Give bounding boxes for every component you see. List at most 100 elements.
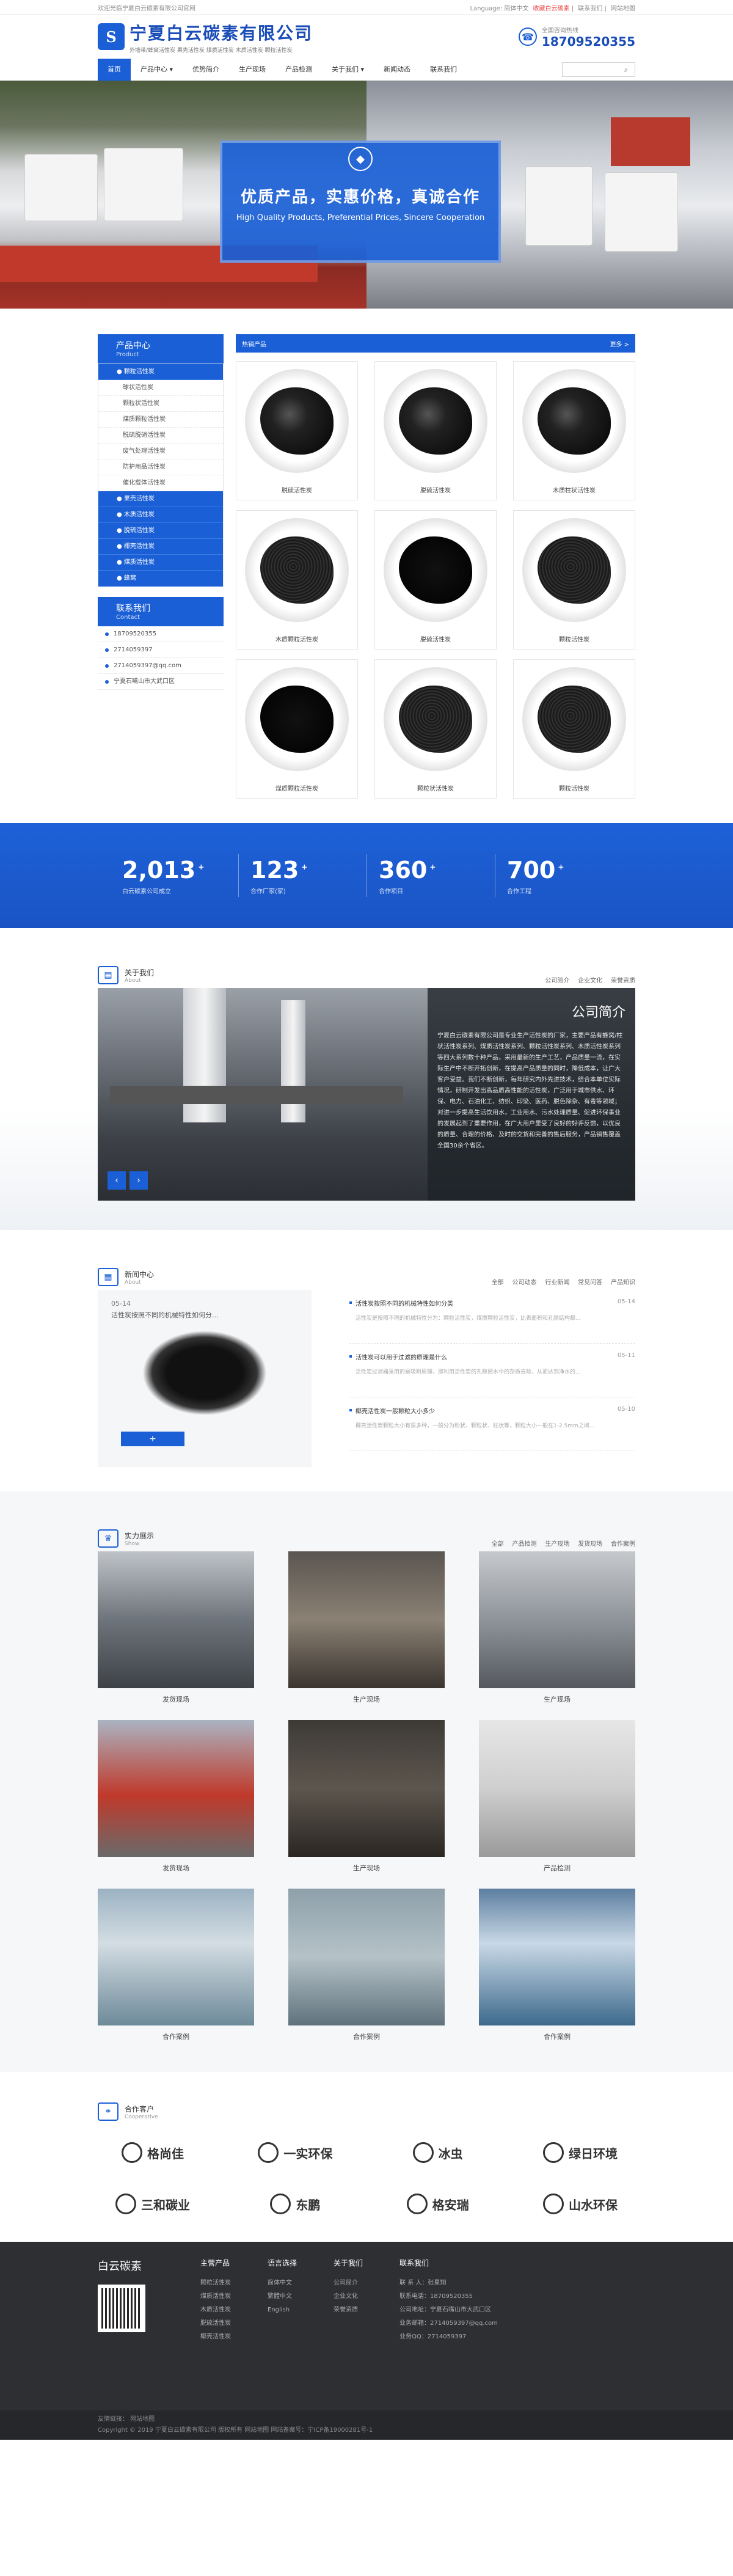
featured-news[interactable]: 05-14 活性炭按照不同的机械特性如何分... + <box>98 1290 312 1467</box>
sidebar-category[interactable]: ● 脱硫活性炭 <box>98 523 223 539</box>
showcase-card[interactable]: 生产现场 <box>479 1551 635 1704</box>
footer-link[interactable]: 脱硫活性炭 <box>200 2317 231 2330</box>
contact-email[interactable]: 2714059397@qq.com <box>98 658 224 674</box>
news-item-title[interactable]: 活性炭可以用于过滤的原理是什么 <box>349 1352 447 1361</box>
hot-products: 热销产品 更多 > 脱硫活性炭 脱硫活性炭 木质柱状活性炭 木质颗粒活性炭 脱硫活性炭颗… <box>236 334 635 799</box>
language-select[interactable]: Language: 简体中文 <box>470 5 528 12</box>
news-item[interactable]: 活性炭可以用于过滤的原理是什么 05-11 活性炭过滤器采用的是吸附原理，即利用活性… <box>349 1344 635 1397</box>
nav-advantages[interactable]: 优势简介 <box>183 59 229 81</box>
product-card[interactable]: 木质颗粒活性炭 <box>236 510 358 649</box>
tab-honors[interactable]: 荣誉资质 <box>611 978 635 984</box>
news-item[interactable]: 椰壳活性炭一般颗粒大小多少 05-10 椰壳活性炭颗粒大小有很多种，一般分为粉状、颗… <box>349 1397 635 1451</box>
sidebar-category[interactable]: ● 木质活性炭 <box>98 507 223 523</box>
footer-link[interactable]: 简体中文 <box>268 2277 297 2290</box>
footer-link[interactable]: 联 系 人：张星翔 <box>399 2277 498 2290</box>
sidebar-subcategory[interactable]: 颗粒状活性炭 <box>98 396 223 412</box>
tab-faq[interactable]: 常见问答 <box>578 1279 602 1286</box>
site-logo[interactable]: S 宁夏白云碳素有限公司 外墙带/蜂窝活性炭 果壳活性炭 煤质活性炭 木质活性炭… <box>98 20 313 54</box>
showcase-card[interactable]: 合作案例 <box>288 1889 445 2041</box>
showcase-card[interactable]: 合作案例 <box>479 1889 635 2041</box>
nav-about[interactable]: 关于我们 ▾ <box>322 59 374 81</box>
tab-culture[interactable]: 企业文化 <box>578 978 602 984</box>
product-card[interactable]: 颗粒状活性炭 <box>374 659 497 799</box>
prev-arrow-icon[interactable]: ‹ <box>108 1171 126 1190</box>
showcase-card[interactable]: 合作案例 <box>98 1889 254 2041</box>
tab-industry-news[interactable]: 行业新闻 <box>545 1279 569 1286</box>
sidebar-category[interactable]: ● 煤质活性炭 <box>98 555 223 571</box>
showcase-image <box>98 1889 254 2025</box>
product-card[interactable]: 颗粒活性炭 <box>513 659 635 799</box>
nav-production[interactable]: 生产现场 <box>229 59 275 81</box>
hero-banner: ◆ 优质产品，实惠价格，真诚合作 High Quality Products, … <box>0 81 733 309</box>
news-item-title[interactable]: 活性炭按照不同的机械特性如何分类 <box>349 1298 453 1308</box>
sidebar-subcategory[interactable]: 煤质颗粒活性炭 <box>98 412 223 428</box>
footer-link[interactable]: 公司简介 <box>334 2277 363 2290</box>
footer-link[interactable]: 木质活性炭 <box>200 2303 231 2317</box>
showcase-card[interactable]: 产品检测 <box>479 1720 635 1873</box>
friend-links[interactable]: 友情链接： 网站地图 <box>98 2414 635 2425</box>
search-input[interactable] <box>563 63 618 76</box>
showcase-card[interactable]: 生产现场 <box>288 1720 445 1873</box>
tab-all[interactable]: 全部 <box>492 1279 504 1286</box>
sidebar-category[interactable]: ● 椰壳活性炭 <box>98 539 223 555</box>
tab-all[interactable]: 全部 <box>492 1541 504 1548</box>
footer-link[interactable]: 椰壳活性炭 <box>200 2330 231 2344</box>
footer-link[interactable]: 颗粒活性炭 <box>200 2277 231 2290</box>
product-card[interactable]: 脱硫活性炭 <box>374 361 497 500</box>
nav-products[interactable]: 产品中心 ▾ <box>131 59 183 81</box>
sidebar-subcategory[interactable]: 催化载体活性炭 <box>98 475 223 491</box>
product-card[interactable]: 脱硫活性炭 <box>374 510 497 649</box>
footer-link[interactable]: 企业文化 <box>334 2290 363 2303</box>
news-item-title[interactable]: 椰壳活性炭一般颗粒大小多少 <box>349 1406 435 1415</box>
phone-icon: ☎ <box>518 27 537 46</box>
sidebar-category[interactable]: ● 蜂窝 <box>98 571 223 587</box>
news-item[interactable]: 活性炭按照不同的机械特性如何分类 05-14 活性炭是按照不同的机械特性分为：颗粒活… <box>349 1290 635 1344</box>
footer-link[interactable]: 煤质活性炭 <box>200 2290 231 2303</box>
sidebar-subcategory[interactable]: 防护用品活性炭 <box>98 459 223 475</box>
footer-link[interactable]: 公司地址：宁夏石嘴山市大武口区 <box>399 2303 498 2317</box>
tab-knowledge[interactable]: 产品知识 <box>611 1279 635 1286</box>
top-link-favorite[interactable]: 收藏白云碳素 <box>533 5 570 12</box>
nav-home[interactable]: 首页 <box>98 59 131 81</box>
showcase-caption: 合作案例 <box>544 2033 571 2041</box>
stat-label: 白云碳素公司成立 <box>122 888 171 895</box>
product-card[interactable]: 煤质颗粒活性炭 <box>236 659 358 799</box>
product-card[interactable]: 颗粒活性炭 <box>513 510 635 649</box>
showcase-card[interactable]: 发货现场 <box>98 1551 254 1704</box>
product-card[interactable]: 脱硫活性炭 <box>236 361 358 500</box>
sidebar-category[interactable]: ● 颗粒活性炭 <box>98 364 223 380</box>
tab-testing[interactable]: 产品检测 <box>512 1541 537 1548</box>
tab-shipping[interactable]: 发货现场 <box>578 1541 602 1548</box>
footer-link[interactable]: 联系电话：18709520355 <box>399 2290 498 2303</box>
partner-logos: 格尚佳 一实环保 冰虫 绿日环境 三和碳业 东鹏 格安瑞 山水环保 <box>98 2139 635 2217</box>
tab-cases[interactable]: 合作案例 <box>611 1541 635 1548</box>
nav-contact[interactable]: 联系我们 <box>420 59 467 81</box>
stat-number: 123 + <box>250 857 354 884</box>
footer-link[interactable]: 业务邮箱：2714059397@qq.com <box>399 2317 498 2330</box>
sidebar-subcategory[interactable]: 废气处理活性炭 <box>98 444 223 459</box>
showcase-card[interactable]: 生产现场 <box>288 1551 445 1704</box>
nav-news[interactable]: 新闻动态 <box>374 59 420 81</box>
nav-products-label: 产品中心 <box>140 65 167 73</box>
nav-testing[interactable]: 产品检测 <box>275 59 322 81</box>
tab-company-news[interactable]: 公司动态 <box>512 1279 537 1286</box>
tab-production[interactable]: 生产现场 <box>545 1541 569 1548</box>
showcase-card[interactable]: 发货现场 <box>98 1720 254 1873</box>
footer-column-title: 主营产品 <box>200 2259 230 2267</box>
footer-link[interactable]: 繁體中文 <box>268 2290 297 2303</box>
footer-link[interactable]: 业务QQ：2714059397 <box>399 2330 498 2344</box>
sidebar-subcategory[interactable]: 脱硫脱硝活性炭 <box>98 428 223 444</box>
footer-link[interactable]: 荣誉资质 <box>334 2303 363 2317</box>
tab-company-profile[interactable]: 公司简介 <box>545 978 569 984</box>
search-icon[interactable]: ⌕ <box>618 65 635 75</box>
next-arrow-icon[interactable]: › <box>129 1171 148 1190</box>
sidebar-category[interactable]: ● 果壳活性炭 <box>98 491 223 507</box>
featured-more-button[interactable]: + <box>121 1432 184 1446</box>
search-box: ⌕ <box>562 62 635 77</box>
top-link-contact[interactable]: 联系我们 <box>578 5 602 12</box>
product-card[interactable]: 木质柱状活性炭 <box>513 361 635 500</box>
sidebar-subcategory[interactable]: 球状活性炭 <box>98 380 223 396</box>
top-link-sitemap[interactable]: 网站地图 <box>611 5 635 12</box>
more-link[interactable]: 更多 > <box>610 339 629 348</box>
footer-link[interactable]: English <box>268 2303 297 2317</box>
